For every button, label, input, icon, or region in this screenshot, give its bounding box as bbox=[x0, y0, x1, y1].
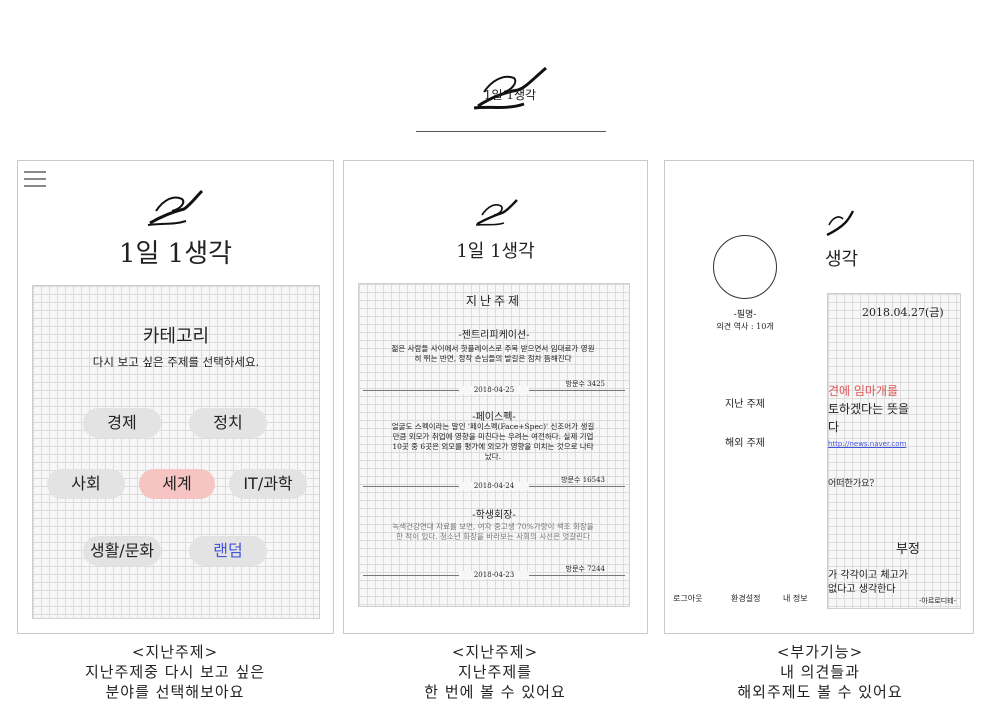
post-date: 2018-04-23 bbox=[459, 571, 529, 579]
logout-button[interactable]: 로그아웃 bbox=[673, 593, 702, 604]
profile-avatar[interactable] bbox=[713, 235, 777, 299]
opinion-question: 어떠한가요? bbox=[828, 479, 875, 489]
post-date: 2018-04-24 bbox=[459, 482, 529, 490]
negative-line: 없다고 생각한다 bbox=[828, 584, 896, 595]
negative-heading: 부정 bbox=[896, 542, 920, 557]
caption-past-topics: <지난주제> 지난주제를 한 번에 볼 수 있어요 bbox=[360, 642, 630, 702]
caption-title: <부가기능> bbox=[776, 643, 864, 661]
caption-line: 한 번에 볼 수 있어요 bbox=[424, 683, 566, 701]
past-topics-list: 지난주제 -젠트리피케이션- 젊은 사람들 사이에서 핫플레이스로 주목 받으면… bbox=[358, 283, 630, 607]
partial-app-title: 생각 bbox=[825, 249, 859, 270]
header-title: 1일 1생각 bbox=[483, 88, 537, 102]
category-life-culture-button[interactable]: 생활/문화 bbox=[83, 536, 161, 566]
pen-hand-logo-icon bbox=[147, 189, 204, 226]
app-title: 1일 1생각 bbox=[118, 239, 233, 269]
app-title: 1일 1생각 bbox=[456, 241, 535, 262]
category-it-science-button[interactable]: IT/과학 bbox=[229, 469, 307, 499]
category-heading: 카테고리 bbox=[142, 326, 210, 347]
settings-button[interactable]: 환경설정 bbox=[731, 593, 760, 604]
opinion-line: 다 bbox=[828, 420, 840, 434]
post-excerpt: 얼굴도 스펙이라는 말인 '페이스펙(Face+Spec)' 신조어가 생길 만… bbox=[391, 422, 595, 461]
opinion-card: 2018.04.27(금) 견에 임마개를 토하겠다는 뜻을 다 http://… bbox=[827, 293, 961, 609]
caption-line: 지난주제를 bbox=[457, 663, 532, 681]
menu-past-topics[interactable]: 지난 주제 bbox=[665, 395, 825, 410]
signature: -아르로디테- bbox=[919, 597, 956, 605]
menu-overseas-topics[interactable]: 해외 주제 bbox=[665, 434, 825, 449]
side-menu-screen: 생각 2018.04.27(금) 견에 임마개를 토하겠다는 뜻을 다 http… bbox=[664, 160, 974, 634]
caption-categories: <지난주제> 지난주제중 다시 보고 싶은 분야를 선택해보아요 bbox=[40, 642, 310, 702]
hamburger-menu-icon[interactable] bbox=[24, 171, 46, 192]
category-random-button[interactable]: 랜덤 bbox=[189, 536, 267, 566]
header-divider bbox=[416, 131, 606, 132]
post-excerpt: 녹색건강연대 자료를 보면, 여자 중고생 70%가량이 색조 화장을 한 적이… bbox=[392, 522, 594, 541]
category-world-button[interactable]: 세계 bbox=[139, 469, 215, 499]
post-date: 2018-04-25 bbox=[459, 386, 529, 394]
post-excerpt: 젊은 사람들 사이에서 핫플레이스로 주목 받으면서 임대료가 영원히 뛰는 반… bbox=[391, 344, 595, 363]
side-drawer: -필명- 의견 역사 : 10개 지난 주제 해외 주제 로그아웃 환경설정 내… bbox=[665, 161, 825, 633]
post-view-count: 방문수 16543 bbox=[561, 476, 605, 484]
post-title[interactable]: -젠트리피케이션- bbox=[359, 326, 629, 341]
caption-title: <지난주제> bbox=[451, 643, 539, 661]
opinion-line: 견에 임마개를 bbox=[828, 384, 899, 398]
negative-line: 가 각각이고 체고가 bbox=[828, 570, 908, 581]
pen-hand-logo-icon bbox=[826, 210, 855, 237]
category-economy-button[interactable]: 경제 bbox=[83, 408, 161, 438]
caption-extra-features: <부가기능> 내 의견들과 해외주제도 볼 수 있어요 bbox=[680, 642, 960, 702]
opinion-line: 토하겠다는 뜻을 bbox=[828, 402, 910, 416]
category-card: 카테고리 다시 보고 싶은 주제를 선택하세요. 경제 정치 사회 세계 IT/… bbox=[32, 285, 320, 619]
caption-line: 분야를 선택해보아요 bbox=[105, 683, 245, 701]
caption-title: <지난주제> bbox=[131, 643, 219, 661]
category-screen: 1일 1생각 카테고리 다시 보고 싶은 주제를 선택하세요. 경제 정치 사회… bbox=[17, 160, 334, 634]
opinion-count: 의견 역사 : 10개 bbox=[716, 322, 774, 331]
pen-hand-logo-icon bbox=[475, 199, 518, 226]
caption-line: 지난주제중 다시 보고 싶은 bbox=[84, 663, 266, 681]
opinion-date: 2018.04.27(금) bbox=[862, 306, 944, 319]
category-politics-button[interactable]: 정치 bbox=[189, 408, 267, 438]
list-heading: 지난주제 bbox=[465, 294, 523, 308]
post-title[interactable]: -학생회장- bbox=[359, 506, 629, 521]
nickname: -필명- bbox=[733, 310, 757, 320]
post-view-count: 방문수 3425 bbox=[565, 380, 605, 388]
my-info-button[interactable]: 내 정보 bbox=[783, 593, 808, 604]
post-view-count: 방문수 7244 bbox=[565, 565, 605, 573]
post-title[interactable]: -페이스펙- bbox=[359, 408, 629, 423]
category-society-button[interactable]: 사회 bbox=[47, 469, 125, 499]
category-subtitle: 다시 보고 싶은 주제를 선택하세요. bbox=[92, 355, 260, 369]
caption-line: 해외주제도 볼 수 있어요 bbox=[737, 683, 903, 701]
reference-link[interactable]: http://news.naver.com bbox=[828, 440, 906, 448]
past-topics-screen: 1일 1생각 지난주제 -젠트리피케이션- 젊은 사람들 사이에서 핫플레이스로… bbox=[343, 160, 648, 634]
caption-line: 내 의견들과 bbox=[780, 663, 860, 681]
